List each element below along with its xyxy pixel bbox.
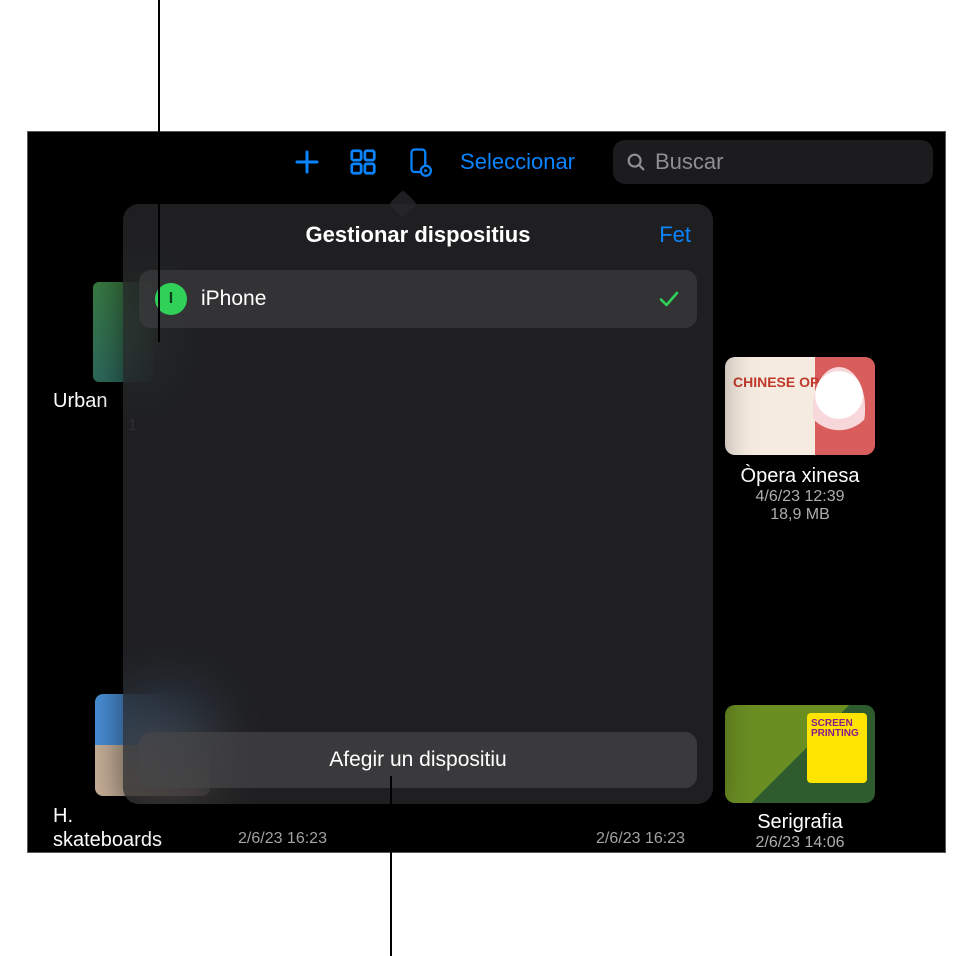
meta-date-b: 2/6/23 16:23 [596, 830, 685, 848]
popover-header: Gestionar dispositius Fet [139, 222, 697, 248]
search-icon [625, 151, 647, 173]
manage-devices-button[interactable] [396, 140, 442, 184]
search-input[interactable]: Buscar [613, 140, 933, 184]
project-thumbnail: CHINESE OPERA [725, 357, 875, 455]
callout-leader-top [158, 0, 160, 342]
project-title: Òpera xinesa [710, 465, 890, 488]
project-item-opera[interactable]: CHINESE OPERA Òpera xinesa 4/6/23 12:39 … [710, 357, 890, 524]
grid-view-button[interactable] [340, 140, 386, 184]
project-thumbnail: SCREEN PRINTING [725, 705, 875, 803]
toolbar: Seleccionar Buscar [28, 132, 945, 192]
popover-title: Gestionar dispositius [139, 222, 697, 248]
add-device-button[interactable]: Afegir un dispositiu [139, 732, 697, 788]
grid-icon [348, 147, 378, 177]
add-button[interactable] [284, 140, 330, 184]
thumbnail-graphic [813, 367, 865, 447]
checkmark-icon [657, 287, 681, 311]
project-title: Serigrafia [710, 811, 890, 834]
done-button[interactable]: Fet [659, 222, 691, 248]
thumbnail-text: SCREEN PRINTING [811, 719, 861, 739]
project-item-serigrafia[interactable]: SCREEN PRINTING Serigrafia 2/6/23 14:06 [710, 705, 890, 852]
callout-leader-bottom [390, 776, 392, 956]
plus-icon [292, 147, 322, 177]
select-button[interactable]: Seleccionar [452, 149, 583, 175]
search-placeholder: Buscar [655, 149, 723, 175]
device-name-label: iPhone [201, 287, 643, 311]
project-size: 18,9 MB [710, 506, 890, 524]
project-date: 2/6/23 14:06 [710, 834, 890, 852]
meta-row: 2/6/23 16:23 2/6/23 16:23 [238, 830, 685, 852]
project-title: H. skateboards [53, 804, 233, 852]
project-date: 4/6/23 12:39 [710, 488, 890, 506]
device-play-icon [404, 147, 434, 177]
manage-devices-popover: Gestionar dispositius Fet I iPhone Afegi… [123, 204, 713, 804]
meta-date-a: 2/6/23 16:23 [238, 830, 327, 848]
device-row-iphone[interactable]: I iPhone [139, 270, 697, 328]
app-window: Seleccionar Buscar Urban 1 CHINESE OPERA… [27, 131, 946, 853]
